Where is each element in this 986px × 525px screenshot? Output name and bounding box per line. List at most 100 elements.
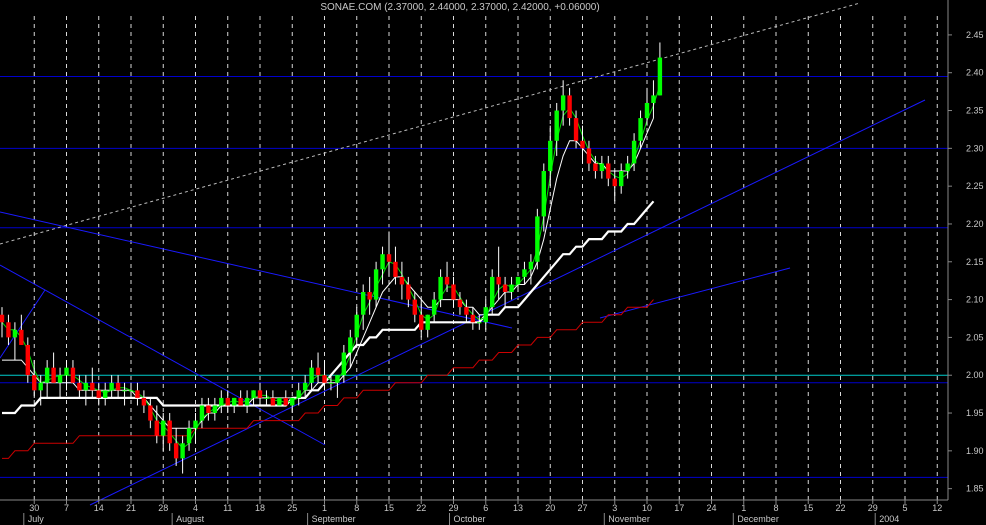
candle-body (541, 171, 546, 217)
candle-body (470, 314, 476, 323)
candle-body (38, 382, 43, 391)
candle-body (573, 118, 579, 141)
candle-body (554, 110, 559, 141)
candle-body (148, 405, 153, 421)
candle-body (444, 276, 450, 285)
y-tick-label: 2.25 (966, 181, 984, 191)
candle-body (567, 95, 572, 119)
x-day-label: 1 (741, 503, 746, 513)
candle-body (335, 375, 340, 383)
candle-body (135, 390, 140, 398)
candle-body (431, 299, 437, 315)
candle-body (593, 163, 598, 172)
candle-body (212, 405, 218, 414)
candle-body (528, 261, 534, 270)
chart-title: SONAE.COM (2.37000, 2.44000, 2.37000, 2.… (320, 2, 599, 13)
x-month-label: November (608, 514, 650, 524)
candle-body (625, 163, 630, 172)
candle-body (496, 276, 501, 285)
candle-body (167, 420, 172, 444)
candle-body (367, 292, 372, 300)
y-tick-label: 2.10 (966, 295, 984, 305)
candle-body (631, 140, 637, 164)
x-day-label: 5 (902, 503, 907, 513)
candle-body (277, 397, 282, 406)
x-day-label: 18 (255, 503, 265, 513)
candle-body (83, 382, 89, 391)
candle-body (64, 367, 69, 376)
x-day-label: 30 (29, 503, 39, 513)
x-day-label: 15 (803, 503, 813, 513)
candle-body (219, 397, 224, 406)
x-month-label: October (454, 514, 486, 524)
x-day-label: 3 (612, 503, 617, 513)
candle-body (51, 367, 56, 383)
y-tick-label: 2.05 (966, 332, 984, 342)
candle-body (206, 405, 211, 414)
candle-body (341, 352, 347, 376)
candle-body (122, 390, 127, 392)
candle-body (580, 140, 585, 149)
candle-body (380, 254, 385, 270)
candle-body (6, 322, 11, 338)
candle-body (361, 292, 366, 315)
candle-body (44, 367, 50, 383)
price-chart: 1.85 1.90 1.95 2.00 2.05 2.10 2.15 2.20 2.25 2.30… (0, 0, 986, 525)
candle-body (25, 344, 30, 376)
candle-body (128, 390, 134, 392)
x-day-label: 4 (193, 503, 198, 513)
x-month-label: 2004 (879, 514, 899, 524)
plot-background (0, 0, 986, 525)
candle-body (606, 163, 611, 179)
candle-body (109, 382, 114, 391)
x-day-label: 21 (126, 503, 136, 513)
candle-body (12, 329, 18, 338)
candle-body (161, 420, 166, 436)
candle-body (180, 443, 185, 459)
candle-body (296, 390, 301, 398)
x-month-label: July (28, 514, 45, 524)
x-month-label: September (312, 514, 356, 524)
candle-body (354, 314, 359, 338)
x-day-label: 10 (642, 503, 652, 513)
candle-body (612, 178, 617, 187)
candle-body (302, 382, 308, 391)
x-day-label: 17 (674, 503, 684, 513)
x-day-label: 6 (483, 503, 488, 513)
candle-body (90, 382, 95, 391)
x-day-label: 24 (706, 503, 716, 513)
candle-body (115, 382, 121, 391)
candle-body (19, 329, 24, 345)
x-day-label: 25 (287, 503, 297, 513)
candle-body (238, 397, 243, 406)
candle-body (173, 443, 179, 459)
candle-body (560, 95, 566, 111)
candle-body (32, 375, 37, 391)
x-day-label: 27 (577, 503, 587, 513)
candle-body (522, 269, 527, 277)
y-tick-label: 2.30 (966, 143, 984, 153)
x-day-label: 29 (448, 503, 458, 513)
candle-body (651, 95, 656, 103)
candle-body (399, 276, 405, 285)
y-tick-label: 1.85 (966, 484, 984, 494)
candle-body (457, 299, 463, 308)
candle-body (57, 375, 63, 383)
candle-body (619, 171, 624, 187)
candle-body (232, 397, 237, 406)
x-day-label: 20 (545, 503, 555, 513)
candle-body (386, 254, 392, 262)
x-day-label: 13 (513, 503, 523, 513)
candle-body (419, 314, 424, 330)
candle-body (193, 420, 198, 429)
candle-body (270, 397, 276, 406)
candle-body (348, 337, 353, 353)
candle-body (535, 216, 540, 262)
x-day-label: 22 (835, 503, 845, 513)
x-month-label: August (176, 514, 205, 524)
candle-body (283, 397, 288, 406)
candle-body (657, 57, 663, 96)
chart-window: 1.85 1.90 1.95 2.00 2.05 2.10 2.15 2.20 2.25 2.30… (0, 0, 986, 525)
x-day-label: 29 (868, 503, 878, 513)
y-tick-label: 2.45 (966, 30, 984, 40)
